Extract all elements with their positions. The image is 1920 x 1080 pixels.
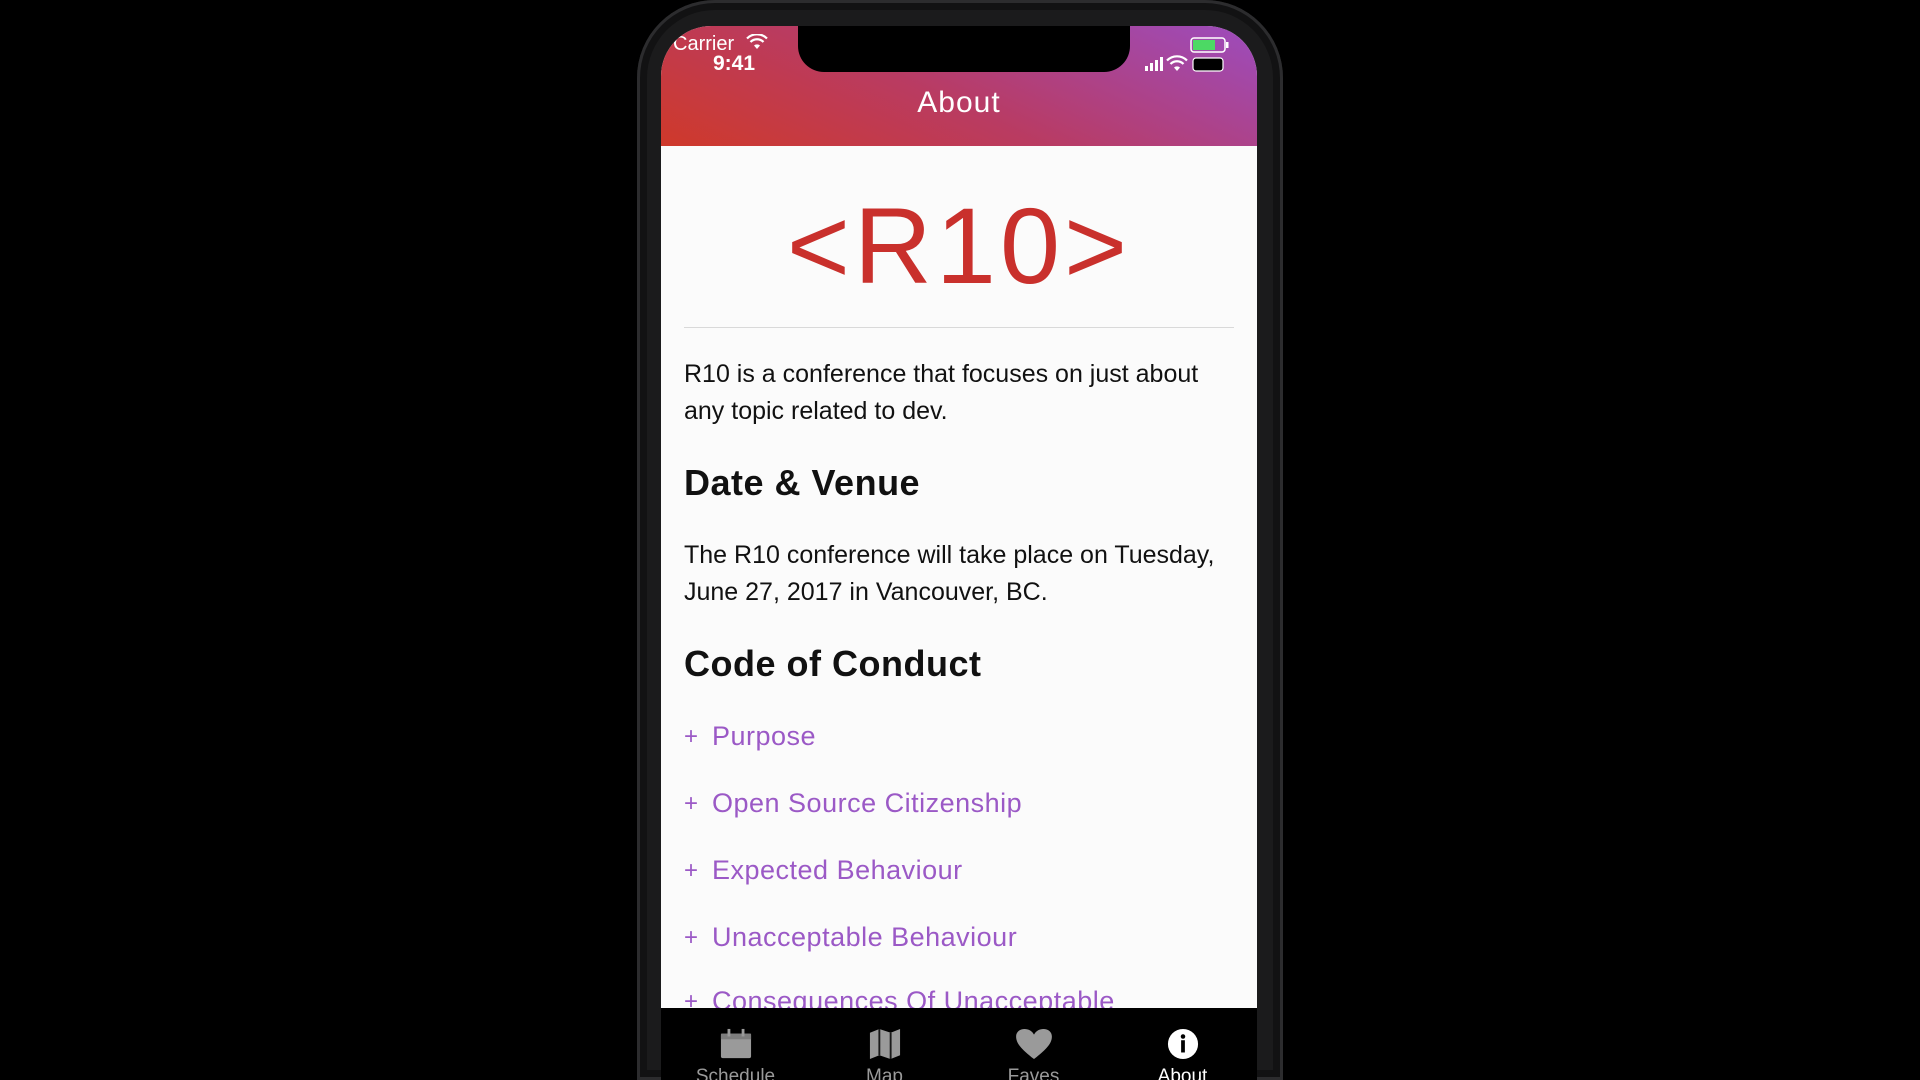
- expand-plus-icon: +: [684, 789, 699, 817]
- tab-map[interactable]: Map: [810, 1008, 959, 1080]
- nav-header: Carrier 9:41 About: [661, 26, 1257, 146]
- expand-plus-icon: +: [684, 856, 699, 884]
- conduct-item-label: Open Source Citizenship: [712, 788, 1023, 818]
- conduct-item-label: Purpose: [712, 721, 817, 751]
- logo-divider: [684, 327, 1234, 328]
- heart-icon: [1015, 1028, 1052, 1060]
- conduct-item-label: Unacceptable Behaviour: [712, 922, 1018, 952]
- conduct-item-expected-behaviour[interactable]: + Expected Behaviour: [684, 855, 963, 886]
- signal-icon: [1145, 57, 1163, 71]
- conduct-item-label: Expected Behaviour: [712, 855, 963, 885]
- tab-label: Map: [866, 1066, 903, 1080]
- map-icon: [869, 1028, 900, 1060]
- tab-bar: Schedule Map Faves About: [661, 1008, 1257, 1080]
- expand-plus-icon: +: [684, 987, 699, 1009]
- intro-text: R10 is a conference that focuses on just…: [684, 360, 1199, 425]
- status-time: 9:41: [713, 52, 756, 75]
- conduct-item-purpose[interactable]: + Purpose: [684, 721, 816, 752]
- status-bar-right: [1125, 36, 1235, 76]
- battery-icon: [1190, 37, 1229, 53]
- status-bar-left: Carrier 9:41: [673, 33, 768, 75]
- expand-plus-icon: +: [684, 722, 699, 750]
- tab-label: Schedule: [695, 1066, 776, 1080]
- conduct-item-label: Consequences Of Unacceptable: [712, 986, 1115, 1008]
- battery-icon: [1192, 57, 1224, 72]
- code-of-conduct-heading: Code of Conduct: [684, 643, 982, 684]
- about-content[interactable]: <R10> R10 is a conference that focuses o…: [661, 146, 1257, 1008]
- tab-label: Faves: [1007, 1066, 1060, 1080]
- conduct-item-consequences[interactable]: + Consequences Of Unacceptable: [684, 986, 1115, 1008]
- tab-schedule[interactable]: Schedule: [661, 1008, 810, 1080]
- tab-faves[interactable]: Faves: [959, 1008, 1108, 1080]
- date-venue-text: The R10 conference will take place on Tu…: [684, 541, 1215, 606]
- conduct-item-unacceptable-behaviour[interactable]: + Unacceptable Behaviour: [684, 922, 1017, 953]
- page-title: About: [917, 86, 1001, 119]
- info-icon: [1167, 1028, 1198, 1060]
- calendar-icon: [720, 1028, 751, 1059]
- carrier-label: Carrier: [673, 33, 735, 55]
- device-notch: [798, 26, 1130, 72]
- app-screen: Carrier 9:41 About <R10> R10 is a confer…: [661, 26, 1257, 1080]
- wifi-icon: [1166, 55, 1188, 71]
- wifi-icon: [745, 33, 768, 54]
- conduct-item-open-source-citizenship[interactable]: + Open Source Citizenship: [684, 788, 1022, 819]
- date-venue-heading: Date & Venue: [684, 462, 921, 503]
- tab-about[interactable]: About: [1108, 1008, 1257, 1080]
- tab-label: About: [1157, 1066, 1208, 1080]
- r10-logo: <R10>: [786, 185, 1132, 306]
- expand-plus-icon: +: [684, 923, 699, 951]
